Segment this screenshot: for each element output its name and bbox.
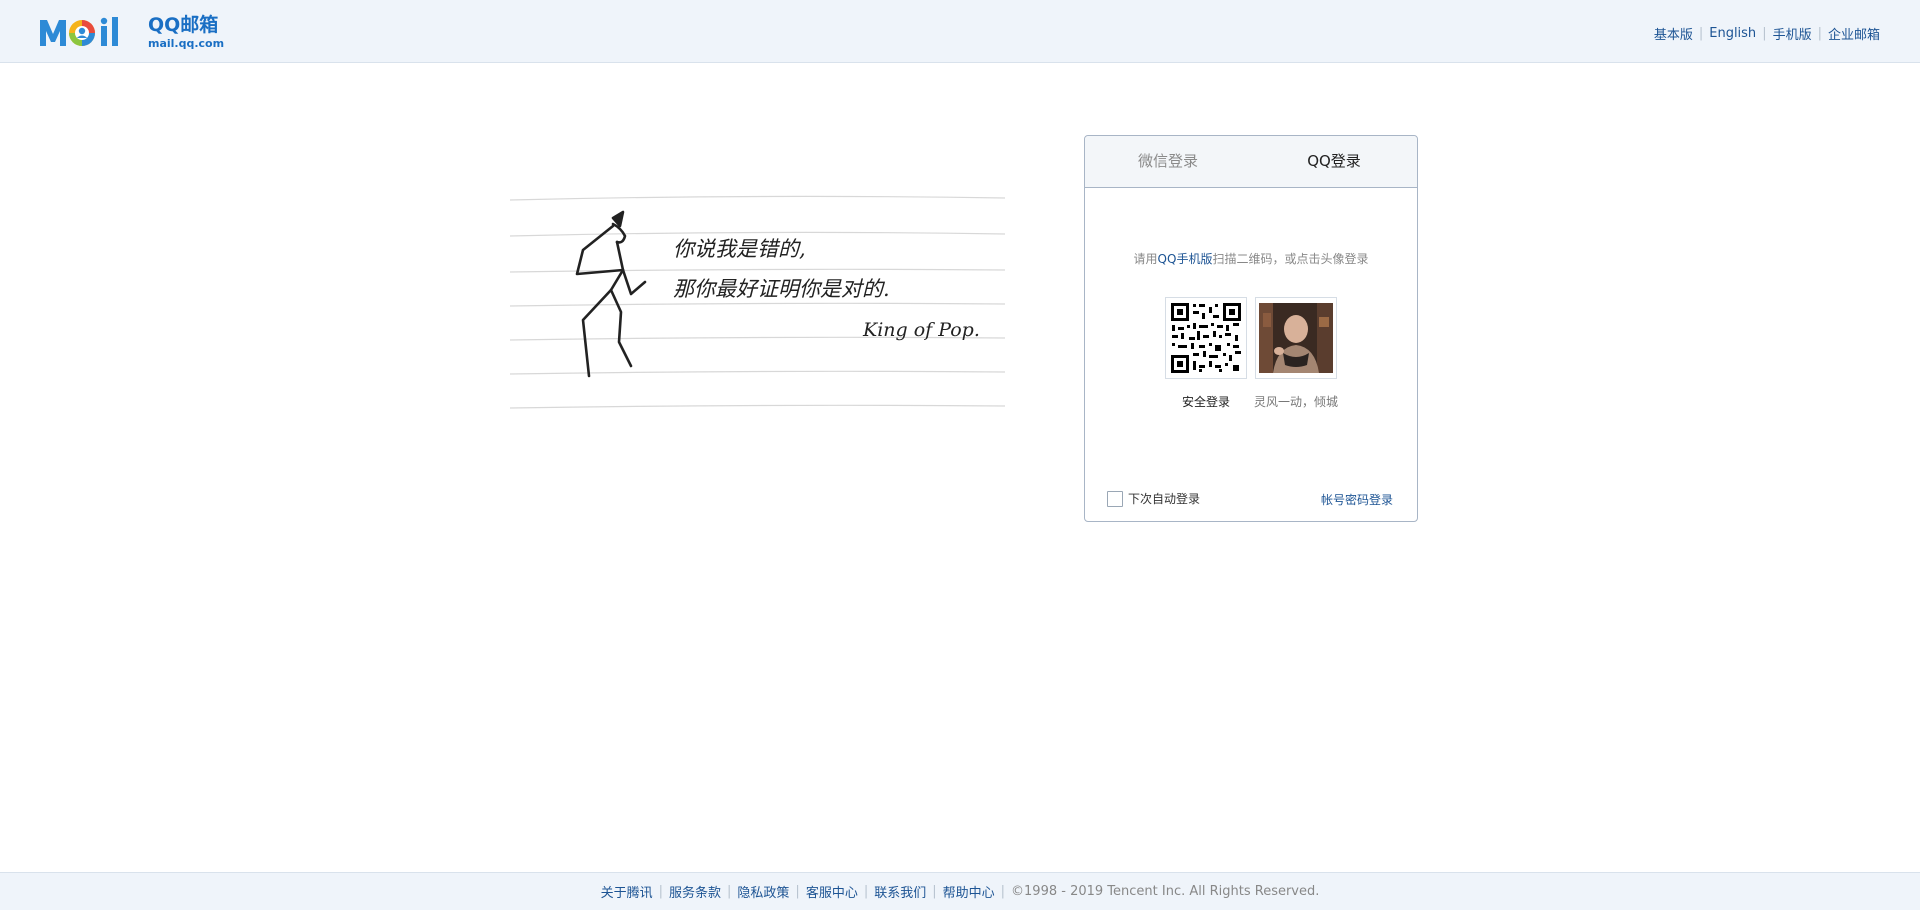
footer-link-support[interactable]: 客服中心 (806, 882, 858, 901)
hint-prefix: 请用 (1133, 252, 1158, 266)
footer-link-contact[interactable]: 联系我们 (874, 882, 926, 901)
tab-wechat-login[interactable]: 微信登录 (1085, 136, 1251, 187)
hint-suffix: 扫描二维码，或点击头像登录 (1212, 252, 1369, 266)
quote-line-1: 你说我是错的, (673, 237, 806, 261)
auto-login-option[interactable]: 下次自动登录 (1107, 490, 1200, 507)
divider: | (658, 884, 663, 899)
divider: | (727, 884, 732, 899)
top-links: 基本版 | English | 手机版 | 企业邮箱 (1654, 24, 1880, 43)
qq-mobile-link[interactable]: QQ手机版 (1158, 252, 1213, 266)
enterprise-mail-link[interactable]: 企业邮箱 (1828, 24, 1880, 43)
logo-domain: mail.qq.com (148, 36, 225, 50)
quote-line-2: 那你最好证明你是对的. (673, 277, 890, 301)
mail-logo-mark (38, 12, 144, 52)
divider: | (932, 884, 937, 899)
divider: | (1762, 26, 1767, 41)
auto-login-checkbox[interactable] (1107, 490, 1123, 507)
qr-code-icon (1169, 301, 1243, 375)
logo-name: QQ邮箱 (148, 13, 219, 36)
qr-code-login[interactable]: 安全登录 (1164, 297, 1248, 410)
qr-code-frame (1165, 297, 1247, 379)
avatar-frame (1255, 297, 1337, 379)
top-bar: QQ邮箱 mail.qq.com 基本版 | English | 手机版 | 企… (0, 0, 1920, 63)
footer: 关于腾讯 | 服务条款 | 隐私政策 | 客服中心 | 联系我们 | 帮助中心 … (0, 872, 1920, 910)
divider: | (1817, 26, 1822, 41)
notebook-sketch: 你说我是错的, 那你最好证明你是对的. King of Pop. (509, 195, 1006, 409)
login-panel: 微信登录 QQ登录 请用QQ手机版扫描二维码，或点击头像登录 安全登录 灵风一动… (1084, 135, 1418, 522)
footer-link-help[interactable]: 帮助中心 (943, 882, 995, 901)
avatar (1259, 303, 1333, 373)
auto-login-label: 下次自动登录 (1128, 492, 1201, 506)
avatar-nickname: 灵风一动，倾城 (1254, 395, 1339, 409)
tab-qq-login[interactable]: QQ登录 (1251, 136, 1417, 187)
copyright-text: ©1998 - 2019 Tencent Inc. All Rights Res… (1011, 884, 1320, 899)
avatar-login[interactable]: 灵风一动，倾城 (1254, 297, 1338, 410)
footer-link-privacy[interactable]: 隐私政策 (737, 882, 789, 901)
mail-logo-icon (40, 17, 118, 46)
english-link[interactable]: English (1709, 26, 1756, 41)
footer-link-about[interactable]: 关于腾讯 (601, 882, 653, 901)
qr-login-label: 安全登录 (1181, 395, 1230, 409)
login-hint: 请用QQ手机版扫描二维码，或点击头像登录 (1085, 250, 1417, 267)
mobile-version-link[interactable]: 手机版 (1773, 24, 1812, 43)
king-of-pop-illustration: 你说我是错的, 那你最好证明你是对的. King of Pop. (505, 190, 1010, 440)
qq-mail-logo[interactable]: QQ邮箱 mail.qq.com (38, 12, 224, 52)
login-tabs: 微信登录 QQ登录 (1085, 136, 1417, 188)
divider: | (863, 884, 869, 899)
divider: | (1698, 26, 1704, 41)
basic-version-link[interactable]: 基本版 (1654, 24, 1693, 43)
divider: | (1000, 884, 1006, 899)
quick-login-cards: 安全登录 灵风一动，倾城 (1085, 297, 1417, 410)
password-login-link[interactable]: 帐号密码登录 (1321, 491, 1393, 508)
footer-link-terms[interactable]: 服务条款 (669, 882, 721, 901)
divider: | (795, 884, 800, 899)
quote-signature: King of Pop. (862, 319, 980, 341)
